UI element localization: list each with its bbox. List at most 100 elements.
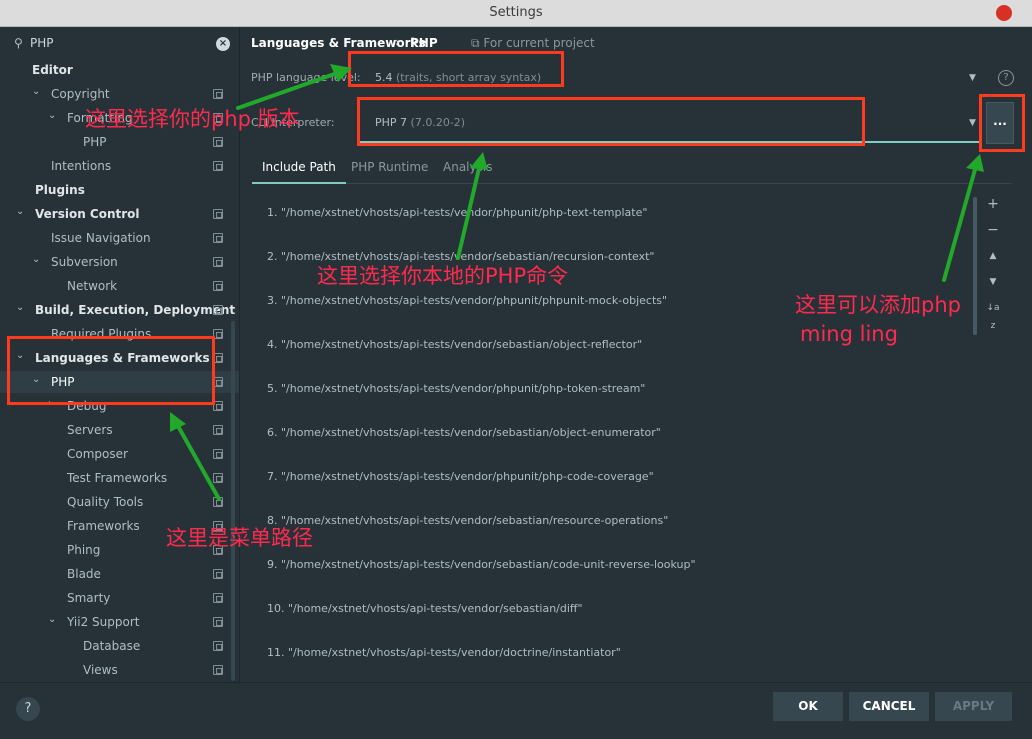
sidebar-scrollbar[interactable] xyxy=(231,321,235,681)
project-scope-icon xyxy=(213,449,223,459)
list-item[interactable]: 8. "/home/xstnet/vhosts/api-tests/vendor… xyxy=(267,514,668,527)
project-scope-icon xyxy=(213,233,223,243)
sidebar-item[interactable]: ⌄ Copyright xyxy=(0,83,239,105)
annotation-add-php-line1: 这里可以添加php xyxy=(795,293,961,317)
move-up-icon[interactable]: ▲ xyxy=(984,247,1002,265)
add-path-icon[interactable]: + xyxy=(984,195,1002,213)
for-current-project-text: For current project xyxy=(483,36,595,50)
search-icon: ⚲ xyxy=(14,36,23,50)
list-item[interactable]: 6. "/home/xstnet/vhosts/api-tests/vendor… xyxy=(267,426,661,439)
interpreter-highlight-box xyxy=(357,97,865,146)
project-scope-icon xyxy=(213,593,223,603)
sidebar-item[interactable]: ⌄ Version Control xyxy=(0,203,239,225)
sidebar-item-label: Quality Tools xyxy=(67,495,144,509)
apply-button[interactable]: APPLY xyxy=(935,692,1012,721)
chevron-down-icon[interactable]: ⌄ xyxy=(48,110,56,121)
sidebar-item-label: Smarty xyxy=(67,591,111,605)
project-scope-icon xyxy=(213,305,223,315)
dialog-footer: ? OK CANCEL APPLY xyxy=(0,682,1032,739)
list-item[interactable]: 3. "/home/xstnet/vhosts/api-tests/vendor… xyxy=(267,294,667,307)
sidebar-item[interactable]: Test Frameworks xyxy=(0,467,239,489)
list-item[interactable]: 4. "/home/xstnet/vhosts/api-tests/vendor… xyxy=(267,338,642,351)
sidebar-item-label: Editor xyxy=(32,63,73,77)
help-icon[interactable]: ? xyxy=(998,70,1014,86)
sidebar-item-label: Phing xyxy=(67,543,101,557)
annotation-choose-version: 这里选择你的php 版本 xyxy=(85,107,300,131)
sidebar-item-label: Version Control xyxy=(35,207,140,221)
breadcrumb-separator: › xyxy=(395,35,400,49)
annotation-menu-path: 这里是菜单路径 xyxy=(166,526,313,550)
sidebar-item-label: Frameworks xyxy=(67,519,140,533)
list-item[interactable]: 10. "/home/xstnet/vhosts/api-tests/vendo… xyxy=(267,602,583,615)
settings-search[interactable]: ⚲ PHP × xyxy=(8,33,232,55)
sidebar-item[interactable]: ⌄ Build, Execution, Deployment xyxy=(0,299,239,321)
list-scrollbar[interactable] xyxy=(973,197,977,335)
sidebar-item[interactable]: Quality Tools xyxy=(0,491,239,513)
sidebar-item[interactable]: ⌄ Subversion xyxy=(0,251,239,273)
ok-button[interactable]: OK xyxy=(773,692,843,721)
sidebar-item[interactable]: Network xyxy=(0,275,239,297)
sidebar-item[interactable]: Servers xyxy=(0,419,239,441)
window-title: Settings xyxy=(489,5,543,20)
project-scope-icon xyxy=(213,497,223,507)
sidebar-item-label: Build, Execution, Deployment xyxy=(35,303,236,317)
project-scope-icon xyxy=(213,665,223,675)
sidebar-item-label: Yii2 Support xyxy=(67,615,140,629)
list-item[interactable]: 9. "/home/xstnet/vhosts/api-tests/vendor… xyxy=(267,558,696,571)
sort-icon[interactable]: ↓a z xyxy=(984,299,1002,331)
sidebar-item[interactable]: Plugins xyxy=(0,179,239,201)
sidebar-item[interactable]: Views xyxy=(0,659,239,681)
list-item[interactable]: 5. "/home/xstnet/vhosts/api-tests/vendor… xyxy=(267,382,645,395)
chevron-down-icon[interactable]: ⌄ xyxy=(32,254,40,265)
sidebar-item-label: Issue Navigation xyxy=(51,231,151,245)
project-scope-icon xyxy=(213,617,223,627)
language-level-dropdown-icon[interactable]: ▼ xyxy=(969,73,976,83)
sidebar-item-label: PHP xyxy=(83,135,107,149)
tab-analysis[interactable]: Analysis xyxy=(433,156,502,184)
sidebar-item-label: Servers xyxy=(67,423,113,437)
sidebar-item-label: Composer xyxy=(67,447,128,461)
remove-path-icon[interactable]: − xyxy=(984,221,1002,239)
clear-icon[interactable]: × xyxy=(216,37,230,51)
project-scope-icon xyxy=(213,473,223,483)
interpreter-dropdown-icon[interactable]: ▼ xyxy=(969,118,976,128)
project-scope-icon xyxy=(213,137,223,147)
for-current-project-note: ⧉ For current project xyxy=(471,36,595,50)
list-item[interactable]: 11. "/home/xstnet/vhosts/api-tests/vendo… xyxy=(267,646,621,659)
chevron-down-icon[interactable]: ⌄ xyxy=(32,86,40,97)
sidebar-item[interactable]: Issue Navigation xyxy=(0,227,239,249)
project-scope-icon xyxy=(213,281,223,291)
tab-include-path[interactable]: Include Path xyxy=(252,156,346,184)
sidebar-item-label: Subversion xyxy=(51,255,118,269)
tab-php-runtime[interactable]: PHP Runtime xyxy=(341,156,438,184)
chevron-down-icon[interactable]: ⌄ xyxy=(48,614,56,625)
close-window-button[interactable] xyxy=(996,5,1012,21)
chevron-down-icon[interactable]: ⌄ xyxy=(16,302,24,313)
project-scope-icon xyxy=(213,89,223,99)
menu-path-highlight-box xyxy=(7,336,215,405)
project-scope-icon xyxy=(213,569,223,579)
search-input[interactable]: PHP xyxy=(30,36,54,50)
chevron-down-icon[interactable]: ⌄ xyxy=(16,206,24,217)
sidebar-item[interactable]: Editor xyxy=(0,59,239,81)
sidebar-item[interactable]: ⌄ Yii2 Support xyxy=(0,611,239,633)
sidebar-item[interactable]: Blade xyxy=(0,563,239,585)
title-bar: Settings xyxy=(0,0,1032,27)
move-down-icon[interactable]: ▼ xyxy=(984,273,1002,291)
project-scope-icon xyxy=(213,425,223,435)
sidebar-item-label: Blade xyxy=(67,567,101,581)
list-item[interactable]: 7. "/home/xstnet/vhosts/api-tests/vendor… xyxy=(267,470,654,483)
cancel-button[interactable]: CANCEL xyxy=(849,692,929,721)
sidebar-item[interactable]: Smarty xyxy=(0,587,239,609)
list-item[interactable]: 1. "/home/xstnet/vhosts/api-tests/vendor… xyxy=(267,206,647,219)
help-button[interactable]: ? xyxy=(16,697,40,721)
sidebar-item[interactable]: Composer xyxy=(0,443,239,465)
sidebar-item-label: Intentions xyxy=(51,159,112,173)
annotation-choose-command: 这里选择你本地的PHP命令 xyxy=(317,264,569,288)
sidebar-item[interactable]: Intentions xyxy=(0,155,239,177)
sidebar-item[interactable]: PHP xyxy=(0,131,239,153)
language-level-highlight-box xyxy=(348,51,564,87)
php-tabs: Include Path PHP Runtime Analysis xyxy=(252,156,1012,184)
sidebar-item[interactable]: Database xyxy=(0,635,239,657)
language-level-label: PHP language level: xyxy=(251,71,361,84)
